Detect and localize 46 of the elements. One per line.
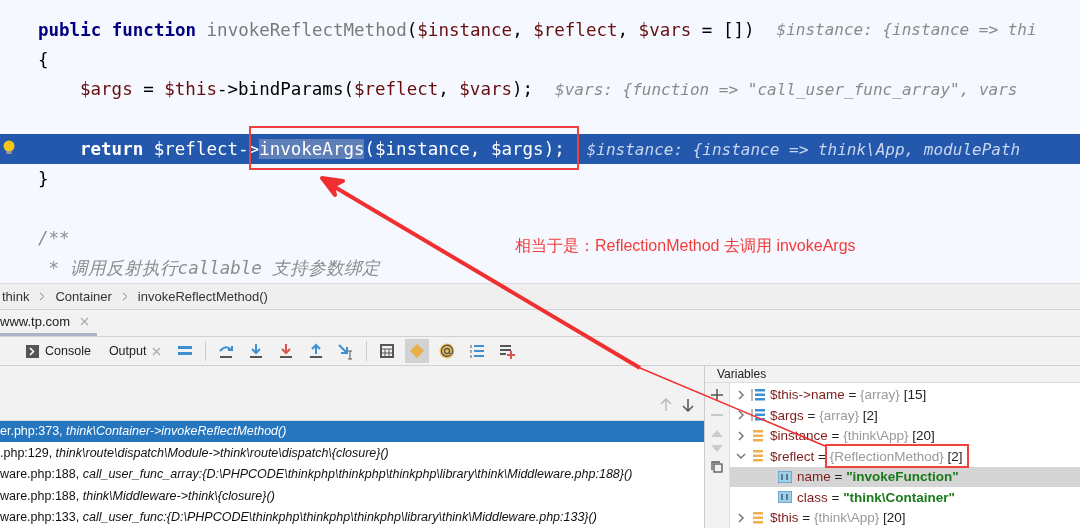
code-text: public function invokeReflectMethod($instance, $reflect, $vars = []) bbox=[38, 19, 755, 40]
stack-frame[interactable]: ware.php:133, call_user_func:{D:\PHPCODE\thinkphp\thinkphp\thinkphp\library\think\Middleware.php:133}() bbox=[0, 506, 704, 528]
code-comment: * 调用反射执行callable 支持参数绑定 bbox=[47, 257, 381, 281]
selected-row[interactable]: name = "invokeFunction" bbox=[730, 466, 1080, 487]
at-sign-icon bbox=[438, 342, 457, 360]
breadcrumb-item[interactable]: invokeReflectMethod() bbox=[137, 289, 268, 304]
annotation-note: 相当于是：ReflectionMethod 去调用 invokeArgs bbox=[515, 236, 856, 256]
class-icon bbox=[408, 342, 427, 360]
down-arrow-icon[interactable] bbox=[682, 397, 694, 412]
code-comment: /** bbox=[38, 228, 70, 249]
numbered-list-icon bbox=[468, 342, 487, 360]
stack-frame[interactable]: ware.php:188, call_user_func_array:{D:\PHPCODE\thinkphp\thinkphp\thinkphp\library\think\Middleware.php:188}() bbox=[0, 463, 704, 486]
copy-icon[interactable] bbox=[711, 460, 723, 473]
chevron-icon bbox=[39, 292, 46, 301]
stack-frame[interactable]: .php:129, think\route\dispatch\Module->think\route\dispatch\{closure}() bbox=[0, 442, 704, 464]
field-icon bbox=[778, 491, 792, 504]
output-tab[interactable]: Output bbox=[102, 344, 168, 358]
array-icon bbox=[751, 408, 765, 423]
console-tab[interactable]: Console bbox=[20, 344, 97, 358]
inline-value-hint: $instance: {instance => think\App, modulePath bbox=[586, 139, 1021, 159]
stack-frame[interactable]: er.php:373, think\Container->invokeReflectMethod() bbox=[0, 420, 704, 443]
add-to-list-icon bbox=[498, 342, 517, 360]
code-text: $args = $this->bindParams($reflect, $vars); bbox=[80, 79, 534, 100]
code-text: { bbox=[38, 49, 49, 70]
variable-entry[interactable]: $this->name = {array} [15] bbox=[770, 387, 927, 403]
breadcrumb-item[interactable]: think bbox=[2, 289, 30, 304]
variable-entry[interactable]: $args = {array} [2] bbox=[770, 407, 878, 423]
add-icon[interactable] bbox=[711, 388, 723, 401]
calculator-icon bbox=[378, 342, 397, 360]
field-icon bbox=[778, 470, 792, 483]
variable-entry[interactable]: class = "think\Container" bbox=[797, 489, 955, 505]
inline-value-hint: $vars: {function => "call_user_func_array", vars bbox=[555, 79, 1018, 99]
chevron-icon bbox=[121, 292, 128, 301]
object-icon bbox=[751, 428, 765, 443]
variable-entry[interactable]: name = "invokeFunction" bbox=[797, 469, 959, 485]
array-icon bbox=[751, 387, 765, 402]
breadcrumb-item[interactable]: Container bbox=[55, 289, 112, 304]
console-icon bbox=[26, 344, 39, 358]
variable-entry[interactable]: $reflect = {ReflectionMethod} [2] bbox=[770, 448, 963, 464]
object-icon bbox=[751, 510, 765, 525]
object-icon bbox=[751, 449, 765, 464]
panel-title: Variables bbox=[717, 366, 767, 381]
code-text: } bbox=[38, 168, 49, 189]
variable-entry[interactable]: $this = {think\App} [20] bbox=[770, 510, 906, 526]
stack-frame[interactable]: ware.php:188, think\Middleware->think\{closure}() bbox=[0, 485, 704, 507]
inline-value-hint: $instance: {instance => thi bbox=[776, 20, 1037, 40]
